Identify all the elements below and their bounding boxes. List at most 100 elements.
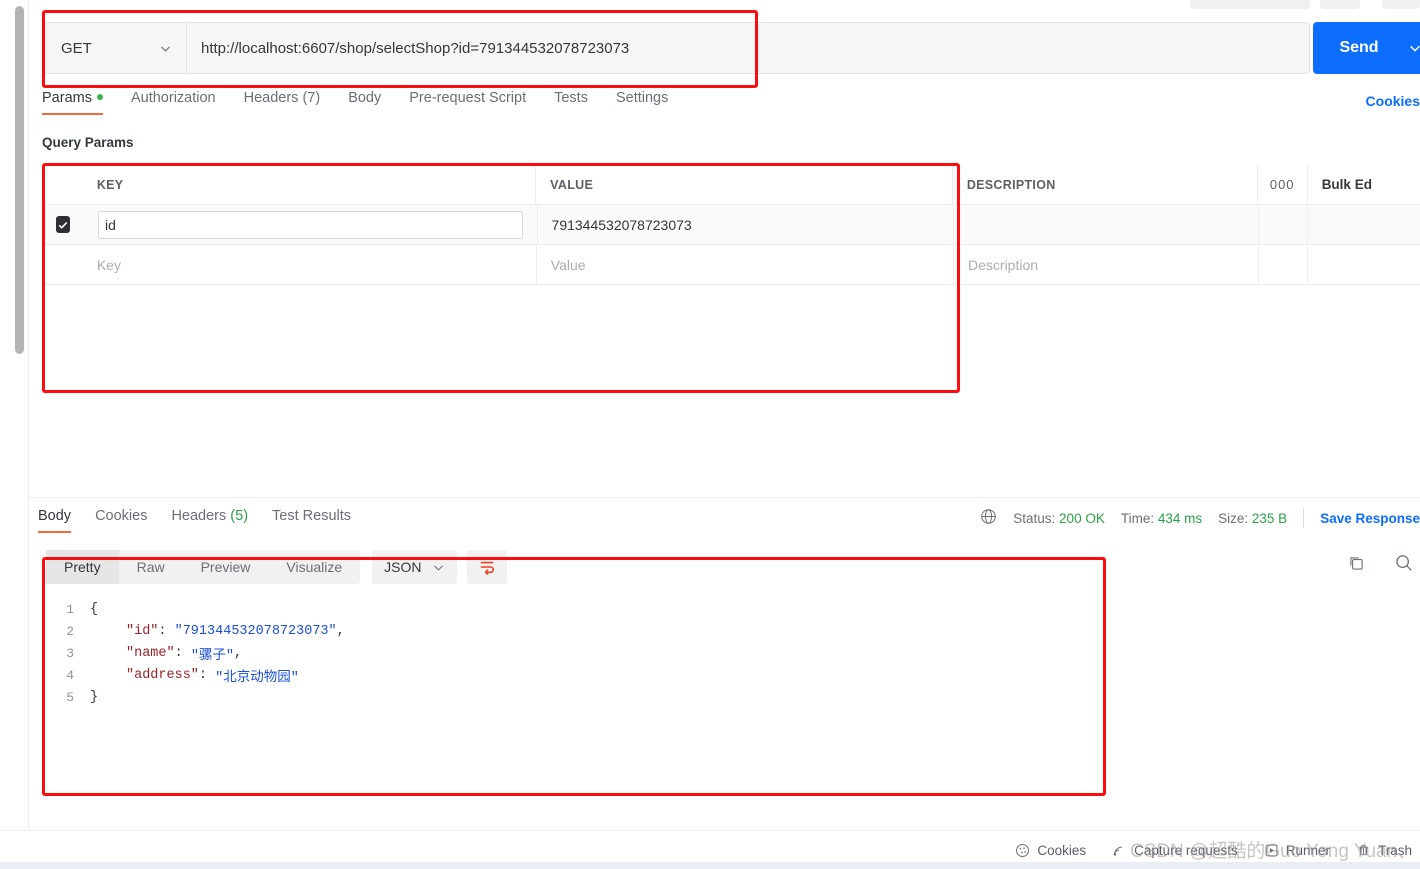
header-checkbox-cell [42, 165, 83, 205]
bulk-edit-label: Bulk Ed [1321, 177, 1372, 192]
request-cookies-link[interactable]: Cookies [1366, 93, 1420, 109]
search-button[interactable] [1394, 553, 1414, 578]
response-tab-headers-count: (5) [230, 508, 249, 524]
search-icon [1396, 555, 1412, 571]
table-row: 791344532078723073 [42, 205, 1420, 245]
column-header-description: DESCRIPTION [952, 165, 1258, 205]
view-mode-visualize[interactable]: Visualize [268, 550, 360, 584]
code-line: 2 "id" : "791344532078723073" , [46, 620, 1406, 642]
status-bar-cookies[interactable]: Cookies [1015, 843, 1086, 858]
copy-button[interactable] [1347, 554, 1366, 578]
response-tab-headers-label: Headers [171, 508, 227, 524]
bulk-edit-button[interactable]: Bulk Ed [1307, 165, 1420, 205]
size-label: Size: [1218, 510, 1249, 526]
response-tab-body-label: Body [38, 508, 72, 524]
param-value-text: 791344532078723073 [551, 216, 692, 233]
response-separator [28, 497, 1420, 498]
params-more-options-button[interactable]: 000 [1257, 165, 1308, 205]
time-label: Time: [1120, 510, 1155, 526]
status-value: 200 OK [1059, 510, 1105, 526]
empty-row-checkbox-cell [42, 245, 83, 285]
word-wrap-toggle[interactable] [466, 550, 507, 584]
code-value: "791344532078723073" [174, 623, 337, 639]
tab-headers[interactable]: Headers (7) [244, 90, 321, 115]
code-key: "name" [126, 645, 175, 661]
check-icon [58, 221, 68, 229]
view-mode-pretty[interactable]: Pretty [46, 550, 119, 584]
top-toolbar-cutoff [0, 0, 1420, 11]
code-text: { [90, 601, 99, 617]
word-wrap-icon [480, 561, 494, 575]
status-bar-cookies-label: Cookies [1037, 842, 1087, 858]
line-number: 4 [66, 667, 74, 683]
http-method-select[interactable]: GET [42, 22, 186, 74]
tab-body[interactable]: Body [348, 90, 381, 115]
tab-settings[interactable]: Settings [616, 90, 668, 115]
status-label-group: Status: 200 OK [1013, 511, 1105, 526]
tab-authorization[interactable]: Authorization [131, 90, 216, 115]
line-number: 5 [66, 689, 74, 705]
code-colon: : [174, 645, 191, 661]
response-tab-cookies[interactable]: Cookies [95, 508, 147, 533]
status-bar-trash-label: Trash [1377, 842, 1412, 858]
code-key: "id" [126, 623, 159, 639]
postman-window: GET http://localhost:6607/shop/selectSho… [0, 0, 1420, 869]
code-line: 5 } [46, 686, 1406, 708]
row-checkbox-cell [42, 205, 84, 245]
status-bar-trash[interactable]: Trash [1356, 843, 1412, 858]
view-mode-raw[interactable]: Raw [119, 550, 183, 584]
code-text: } [90, 689, 99, 705]
status-label: Status: [1013, 510, 1056, 526]
status-bar-runner[interactable]: Runner [1264, 843, 1330, 858]
code-line: 3 "name" : "骡子" , [46, 642, 1406, 664]
response-tab-test-results[interactable]: Test Results [272, 508, 351, 533]
param-description-cell[interactable] [954, 205, 1260, 245]
tab-tests[interactable]: Tests [554, 90, 588, 115]
code-line: 1 { [46, 598, 1406, 620]
ghost-pill-a [1190, 0, 1310, 9]
param-value-cell[interactable]: 791344532078723073 [537, 205, 955, 245]
param-key-cell [84, 205, 538, 245]
response-viewer-toolbar: Pretty Raw Preview Visualize JSON [46, 550, 507, 584]
empty-key-cell[interactable]: Key [82, 245, 537, 285]
response-tab-cookies-label: Cookies [95, 508, 148, 524]
empty-description-cell[interactable]: Description [954, 245, 1260, 285]
time-label-group: Time: 434 ms [1121, 511, 1202, 526]
param-enabled-checkbox[interactable] [56, 216, 70, 233]
code-value: "骡子" [190, 648, 235, 664]
size-label-group: Size: 235 B [1218, 511, 1287, 526]
response-view-mode-group: Pretty Raw Preview Visualize [46, 550, 361, 584]
runner-icon [1265, 844, 1278, 856]
cookie-icon [1016, 843, 1030, 857]
status-bar-capture-requests[interactable]: Capture requests [1112, 843, 1238, 858]
size-value: 235 B [1251, 510, 1288, 526]
url-input[interactable]: http://localhost:6607/shop/selectShop?id… [186, 22, 1310, 74]
url-text: http://localhost:6607/shop/selectShop?id… [201, 39, 630, 57]
empty-key-placeholder: Key [96, 256, 121, 273]
response-body-code[interactable]: 1 { 2 "id" : "791344532078723073" , 3 "n… [46, 598, 1406, 808]
column-header-value: VALUE [536, 165, 953, 205]
save-response-button[interactable]: Save Response [1320, 511, 1420, 526]
tab-params-label: Params [42, 90, 92, 106]
response-tab-headers[interactable]: Headers (5) [171, 508, 248, 533]
tab-params[interactable]: Params [42, 90, 103, 115]
param-key-input[interactable] [98, 210, 523, 239]
send-button[interactable]: Send [1313, 22, 1405, 74]
empty-value-placeholder: Value [550, 256, 586, 273]
request-scrollbar-thumb[interactable] [15, 6, 24, 354]
send-options-button[interactable] [1405, 22, 1420, 74]
panel-divider [28, 0, 29, 835]
window-bottom-strip [0, 862, 1420, 869]
response-format-select[interactable]: JSON [372, 550, 457, 584]
code-colon: : [158, 623, 175, 639]
tab-pre-request-script[interactable]: Pre-request Script [409, 90, 526, 115]
line-number: 1 [66, 601, 74, 617]
response-tab-body[interactable]: Body [38, 508, 72, 533]
http-method-label: GET [61, 39, 92, 57]
empty-value-cell[interactable]: Value [536, 245, 955, 285]
query-params-title: Query Params [42, 135, 134, 150]
view-mode-preview[interactable]: Preview [183, 550, 269, 584]
code-key: "address" [126, 667, 199, 683]
code-comma: , [234, 645, 243, 661]
response-tabs: Body Cookies Headers (5) Test Results [38, 508, 375, 533]
